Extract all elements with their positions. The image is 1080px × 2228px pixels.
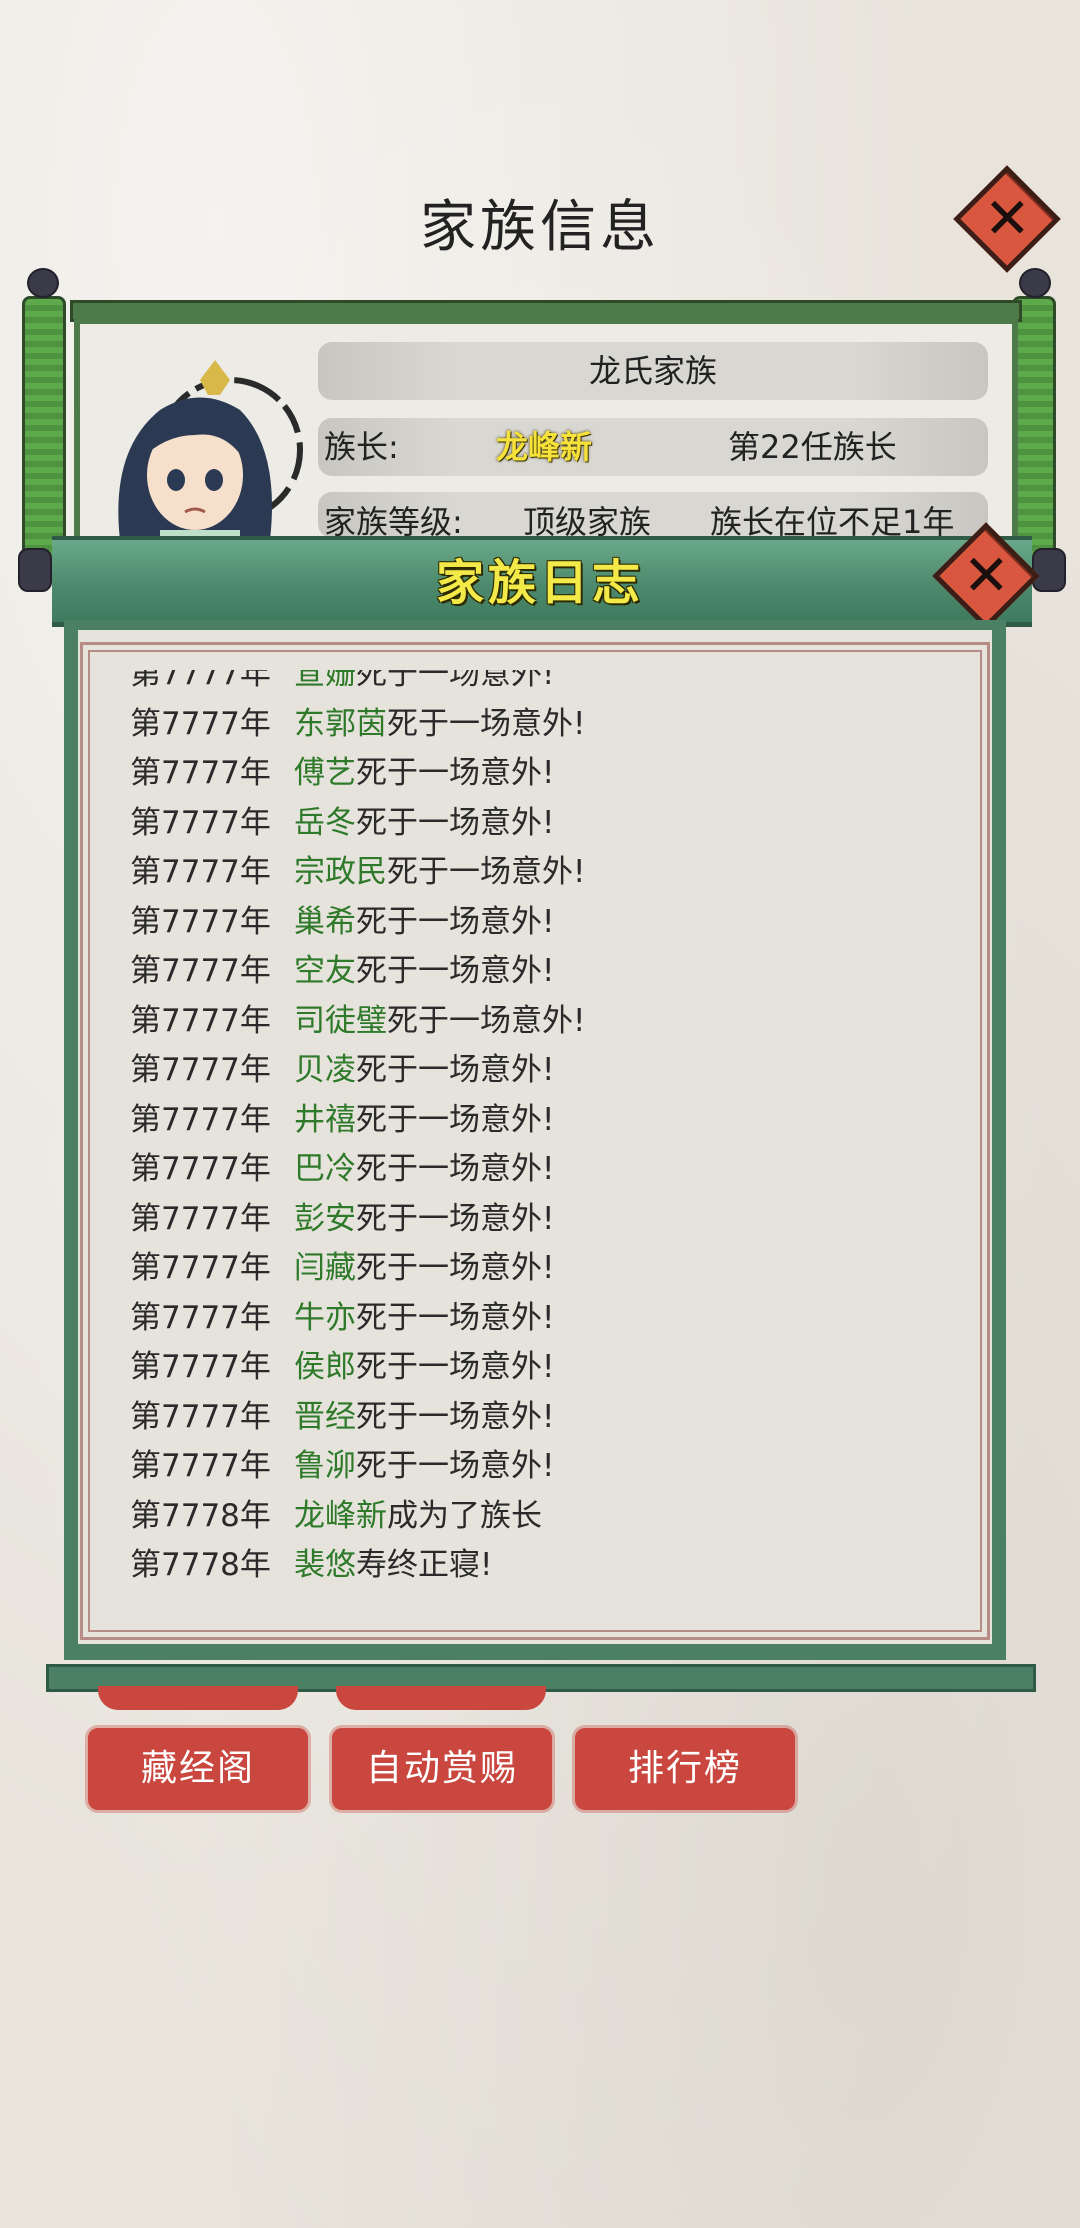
log-entry: 第7777年 贝凌死于一场意外! <box>130 1046 950 1096</box>
log-entry-person[interactable]: 岳冬 <box>294 805 356 841</box>
log-entry-year: 第7777年 <box>130 1052 271 1088</box>
auto-reward-button[interactable]: 自动赏赐 <box>332 1728 552 1810</box>
log-entry-year: 第7777年 <box>130 804 271 841</box>
log-entry-year: 第7777年 <box>130 1448 271 1484</box>
log-entry-event: 死于一场意外! <box>356 1299 555 1336</box>
log-entry-event: 死于一场意外! <box>387 1002 586 1039</box>
log-entry-year: 第7777年 <box>130 1002 271 1039</box>
log-entry-person[interactable]: 宣姗 <box>294 670 356 692</box>
log-entry-year: 第7777年 <box>130 1151 271 1187</box>
log-entry-person[interactable]: 空友 <box>294 953 356 989</box>
log-entry-person[interactable]: 巢希 <box>294 904 356 940</box>
log-entry: 第7778年 龙峰新成为了族长 <box>130 1492 950 1542</box>
log-entry-year: 第7777年 <box>130 1299 271 1336</box>
log-entry-year: 第7777年 <box>130 1398 271 1435</box>
family-name: 龙氏家族 <box>318 342 988 400</box>
log-entry-event: 成为了族长 <box>387 1497 542 1534</box>
log-entry: 第7777年 牛亦死于一场意外! <box>130 1294 950 1344</box>
log-entry-year: 第7777年 <box>130 670 271 692</box>
level-row: 家族等级: 顶级家族 族长在位不足1年 <box>318 492 988 538</box>
log-entry: 第7777年 侯郎死于一场意外! <box>130 1343 950 1393</box>
chief-label: 族长: <box>324 428 399 466</box>
chief-name[interactable]: 龙峰新 <box>496 418 592 476</box>
log-entry-person[interactable]: 侯郎 <box>294 1349 356 1385</box>
chief-row: 族长: 龙峰新 第22任族长 <box>318 418 988 476</box>
log-entry-year: 第7778年 <box>130 1497 271 1534</box>
log-entry-person[interactable]: 宗政民 <box>294 854 387 890</box>
log-entry-event: 死于一场意外! <box>356 1349 555 1385</box>
log-entry-event: 死于一场意外! <box>387 705 586 742</box>
log-entry-person[interactable]: 牛亦 <box>294 1300 356 1336</box>
log-entry: 第7777年 巴冷死于一场意外! <box>130 1145 950 1195</box>
chief-avatar <box>118 360 303 540</box>
log-entry: 第7777年 空友死于一场意外! <box>130 947 950 997</box>
log-title: 家族日志 <box>435 555 644 611</box>
log-entry-person[interactable]: 东郭茵 <box>294 706 387 742</box>
log-entry: 第7777年 岳冬死于一场意外! <box>130 799 950 849</box>
scroll-cap <box>1019 268 1051 298</box>
log-entry-person[interactable]: 鲁泖 <box>294 1448 356 1484</box>
log-entry-event: 寿终正寝! <box>356 1547 493 1583</box>
log-entry-year: 第7777年 <box>130 1250 271 1286</box>
log-entry-year: 第7777年 <box>130 1200 271 1237</box>
log-entry: 第7777年 傅艺死于一场意外! <box>130 749 950 799</box>
log-entry-year: 第7778年 <box>130 1547 271 1583</box>
log-entry-year: 第7777年 <box>130 755 271 791</box>
log-entry: 第7777年 东郭茵死于一场意外! <box>130 700 950 750</box>
log-entry-person[interactable]: 晋经 <box>294 1399 356 1435</box>
log-entry: 第7777年 宗政民死于一场意外! <box>130 848 950 898</box>
chief-generation: 第22任族长 <box>728 428 897 466</box>
log-entry-event: 死于一场意外! <box>387 854 586 890</box>
log-entry-year: 第7777年 <box>130 903 271 940</box>
level-value: 顶级家族 <box>523 503 652 538</box>
ranking-button[interactable]: 排行榜 <box>575 1728 795 1810</box>
log-entry-year: 第7777年 <box>130 1101 271 1138</box>
page-title: 家族信息 <box>420 195 660 260</box>
log-entry-year: 第7777年 <box>130 1349 271 1385</box>
log-entry: 第7777年 彭安死于一场意外! <box>130 1195 950 1245</box>
log-entry-person[interactable]: 傅艺 <box>294 755 356 791</box>
log-entry-event: 死于一场意外! <box>356 670 555 692</box>
log-entry-event: 死于一场意外! <box>356 1200 555 1237</box>
log-entry-event: 死于一场意外! <box>356 1101 555 1138</box>
log-entry-event: 死于一场意外! <box>356 804 555 841</box>
log-entry-event: 死于一场意外! <box>356 953 555 989</box>
log-entry-year: 第7777年 <box>130 854 271 890</box>
log-entry-event: 死于一场意外! <box>356 1448 555 1484</box>
library-button[interactable]: 藏经阁 <box>88 1728 308 1810</box>
log-entry-year: 第7777年 <box>130 953 271 989</box>
log-entry: 第7778年 裴悠寿终正寝! <box>130 1541 950 1591</box>
log-entry-person[interactable]: 裴悠 <box>294 1547 356 1583</box>
log-entry-person[interactable]: 贝凌 <box>294 1052 356 1088</box>
hidden-button-edge <box>336 1686 546 1710</box>
log-entry: 第7777年 闫藏死于一场意外! <box>130 1244 950 1294</box>
hidden-button-edge <box>98 1686 298 1710</box>
log-entry: 第7777年 鲁泖死于一场意外! <box>130 1442 950 1492</box>
log-entry: 第7777年 宣姗死于一场意外! <box>130 670 950 700</box>
log-entry-event: 死于一场意外! <box>356 1052 555 1088</box>
log-entry: 第7777年 井禧死于一场意外! <box>130 1096 950 1146</box>
log-entry-event: 死于一场意外! <box>356 1151 555 1187</box>
log-entry: 第7777年 晋经死于一场意外! <box>130 1393 950 1443</box>
close-icon: ✕ <box>962 542 1010 608</box>
log-entry-person[interactable]: 龙峰新 <box>294 1498 387 1534</box>
log-entry-person[interactable]: 井禧 <box>294 1102 356 1138</box>
log-list[interactable]: 第7777年 宣姗死于一场意外! 第7777年 东郭茵死于一场意外! 第7777年 傅艺死… <box>130 670 950 1630</box>
log-entry: 第7777年 巢希死于一场意外! <box>130 898 950 948</box>
log-entry-year: 第7777年 <box>130 705 271 742</box>
scroll-cap <box>27 268 59 298</box>
log-entry-person[interactable]: 闫藏 <box>294 1250 356 1286</box>
close-icon: ✕ <box>983 185 1031 251</box>
log-entry: 第7777年 司徒璧死于一场意外! <box>130 997 950 1047</box>
log-entry-event: 死于一场意外! <box>356 1250 555 1286</box>
log-entry-person[interactable]: 彭安 <box>294 1201 356 1237</box>
log-entry-event: 死于一场意外! <box>356 903 555 940</box>
log-entry-person[interactable]: 司徒璧 <box>294 1003 387 1039</box>
log-entry-person[interactable]: 巴冷 <box>294 1151 356 1187</box>
chief-tenure: 族长在位不足1年 <box>710 503 955 538</box>
log-entry-event: 死于一场意外! <box>356 755 555 791</box>
log-entry-event: 死于一场意外! <box>356 1398 555 1435</box>
level-label: 家族等级: <box>324 503 463 538</box>
